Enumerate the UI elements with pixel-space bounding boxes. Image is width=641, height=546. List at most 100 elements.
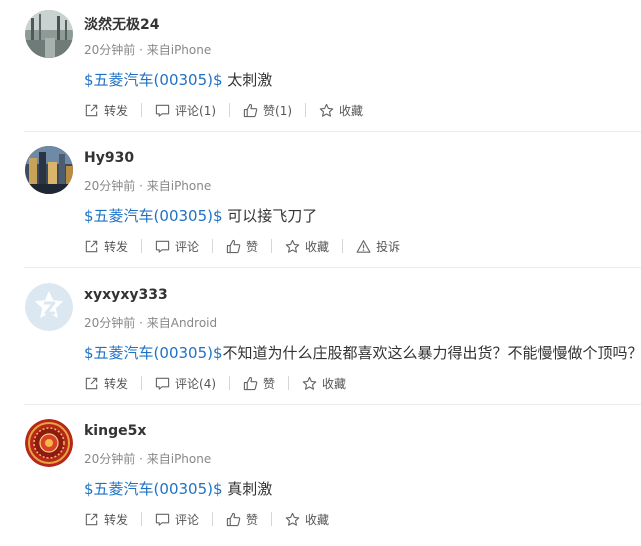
username[interactable]: Hy930: [84, 150, 134, 166]
comment-button[interactable]: 评论: [155, 511, 199, 528]
action-divider: [141, 512, 143, 526]
avatar[interactable]: [25, 419, 73, 467]
avatar-image-mandala: [25, 419, 73, 467]
comment-bubble-icon: [155, 377, 170, 390]
report-button[interactable]: 投诉: [356, 238, 400, 255]
action-divider: [288, 376, 290, 390]
default-avatar-icon: [25, 283, 73, 331]
post-content: $五菱汽车(00305)$不知道为什么庄股都喜欢这么暴力得出货？不能慢慢做个顶吗…: [84, 342, 641, 363]
meta-separator: ·: [135, 179, 147, 193]
action-divider: [305, 103, 307, 117]
star-icon: [302, 376, 317, 390]
meta-separator: ·: [135, 316, 147, 330]
comment-button[interactable]: 评论(4): [155, 375, 216, 392]
post-divider: [24, 267, 641, 268]
like-button[interactable]: 赞: [226, 511, 258, 528]
like-label: 赞: [263, 376, 276, 391]
share-box-icon: [85, 104, 98, 116]
repost-button[interactable]: 转发: [84, 375, 128, 392]
comment-label: 评论(1): [175, 103, 217, 118]
star-icon: [285, 512, 300, 526]
post-divider: [24, 131, 641, 132]
repost-button[interactable]: 转发: [84, 238, 128, 255]
thumbs-up-icon: [226, 239, 241, 253]
repost-label: 转发: [104, 103, 129, 118]
favorite-label: 收藏: [305, 239, 330, 254]
username[interactable]: 淡然无极24: [84, 14, 159, 34]
comment-bubble-icon: [155, 240, 170, 253]
post-time[interactable]: 20分钟前: [84, 316, 135, 330]
like-label: 赞: [246, 239, 259, 254]
share-box-icon: [85, 240, 98, 252]
post-content: $五菱汽车(00305)$ 真刺激: [84, 478, 272, 499]
action-divider: [212, 512, 214, 526]
comment-button[interactable]: 评论(1): [155, 102, 216, 119]
favorite-button[interactable]: 收藏: [285, 511, 329, 528]
stock-link[interactable]: $五菱汽车(00305)$: [84, 344, 223, 362]
post-content: $五菱汽车(00305)$ 可以接飞刀了: [84, 205, 317, 226]
comment-button[interactable]: 评论: [155, 238, 199, 255]
stock-link[interactable]: $五菱汽车(00305)$: [84, 207, 223, 225]
favorite-label: 收藏: [305, 512, 330, 527]
repost-label: 转发: [104, 376, 129, 391]
post-2: Hy930 20分钟前 · 来自iPhone $五菱汽车(00305)$ 可以接…: [0, 136, 641, 273]
avatar-image-city: [25, 146, 73, 194]
post-meta: 20分钟前 · 来自iPhone: [84, 450, 211, 467]
post-time[interactable]: 20分钟前: [84, 43, 135, 57]
post-text: 太刺激: [227, 71, 273, 89]
repost-label: 转发: [104, 512, 129, 527]
like-button[interactable]: 赞(1): [243, 102, 292, 119]
post-source: 来自iPhone: [146, 43, 212, 57]
action-bar: 转发 评论(1) 赞(1) 收藏: [84, 101, 363, 119]
like-button[interactable]: 赞: [243, 375, 275, 392]
stock-link[interactable]: $五菱汽车(00305)$: [84, 480, 223, 498]
like-label: 赞(1): [263, 103, 293, 118]
post-text: 可以接飞刀了: [227, 207, 318, 225]
favorite-label: 收藏: [322, 376, 347, 391]
star-icon: [285, 239, 300, 253]
post-time[interactable]: 20分钟前: [84, 452, 135, 466]
post-text: 真刺激: [227, 480, 273, 498]
post-time[interactable]: 20分钟前: [84, 179, 135, 193]
favorite-button[interactable]: 收藏: [319, 102, 363, 119]
comment-label: 评论: [175, 239, 200, 254]
repost-button[interactable]: 转发: [84, 102, 128, 119]
action-bar: 转发 评论(4) 赞 收藏: [84, 374, 346, 392]
comment-label: 评论(4): [175, 376, 217, 391]
avatar[interactable]: [25, 146, 73, 194]
like-label: 赞: [246, 512, 259, 527]
favorite-label: 收藏: [339, 103, 364, 118]
warning-triangle-icon: [356, 239, 371, 253]
thumbs-up-icon: [226, 512, 241, 526]
username[interactable]: xyxyxy333: [84, 287, 168, 303]
repost-label: 转发: [104, 239, 129, 254]
action-divider: [271, 512, 273, 526]
action-divider: [141, 376, 143, 390]
comment-bubble-icon: [155, 104, 170, 117]
favorite-button[interactable]: 收藏: [285, 238, 329, 255]
post-divider: [24, 404, 641, 405]
avatar[interactable]: [25, 283, 73, 331]
action-divider: [141, 239, 143, 253]
repost-button[interactable]: 转发: [84, 511, 128, 528]
action-divider: [229, 376, 231, 390]
favorite-button[interactable]: 收藏: [302, 375, 346, 392]
action-bar: 转发 评论 赞 收藏 投诉: [84, 237, 400, 255]
post-meta: 20分钟前 · 来自iPhone: [84, 177, 211, 194]
action-divider: [271, 239, 273, 253]
comment-label: 评论: [175, 512, 200, 527]
action-bar: 转发 评论 赞 收藏: [84, 510, 329, 528]
thumbs-up-icon: [243, 103, 258, 117]
like-button[interactable]: 赞: [226, 238, 258, 255]
avatar[interactable]: [25, 10, 73, 58]
share-box-icon: [85, 513, 98, 525]
action-divider: [342, 239, 344, 253]
action-divider: [212, 239, 214, 253]
post-content: $五菱汽车(00305)$ 太刺激: [84, 69, 272, 90]
action-divider: [229, 103, 231, 117]
post-meta: 20分钟前 · 来自iPhone: [84, 41, 211, 58]
username[interactable]: kinge5x: [84, 423, 146, 439]
stock-link[interactable]: $五菱汽车(00305)$: [84, 71, 223, 89]
post-3: xyxyxy333 20分钟前 · 来自Android $五菱汽车(00305)…: [0, 273, 641, 410]
action-divider: [141, 103, 143, 117]
